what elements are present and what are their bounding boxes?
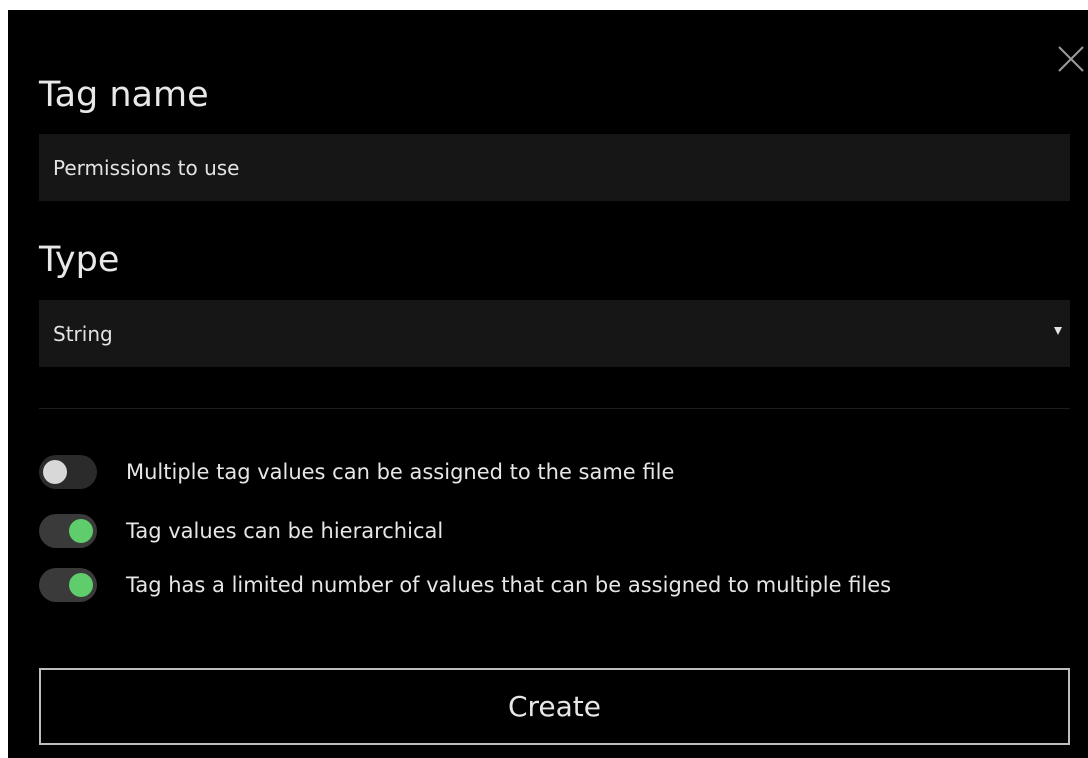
toggle-knob [69,573,93,597]
divider [39,408,1070,409]
tag-name-heading: Tag name [39,75,209,115]
toggle-knob [43,460,67,484]
option-hierarchical-label: Tag values can be hierarchical [126,519,444,543]
option-limited-values: Tag has a limited number of values that … [39,567,1079,603]
toggle-multiple-values[interactable] [39,455,97,489]
dropdown-arrow-icon [1054,327,1062,335]
toggle-limited-values[interactable] [39,568,97,602]
type-selected-value: String [53,321,113,346]
type-heading: Type [39,240,120,280]
tag-name-field[interactable] [39,134,1070,201]
tag-name-input[interactable] [53,155,1070,180]
toggle-hierarchical[interactable] [39,514,97,548]
type-select[interactable]: String [39,300,1070,367]
option-hierarchical: Tag values can be hierarchical [39,513,1079,549]
create-button[interactable]: Create [39,668,1070,745]
option-multiple-values-label: Multiple tag values can be assigned to t… [126,460,675,484]
close-icon[interactable] [1056,44,1086,74]
option-multiple-values: Multiple tag values can be assigned to t… [39,454,1079,490]
create-tag-dialog: Tag name Type String Multiple tag values… [8,10,1088,758]
option-limited-values-label: Tag has a limited number of values that … [126,573,892,597]
toggle-knob [69,519,93,543]
